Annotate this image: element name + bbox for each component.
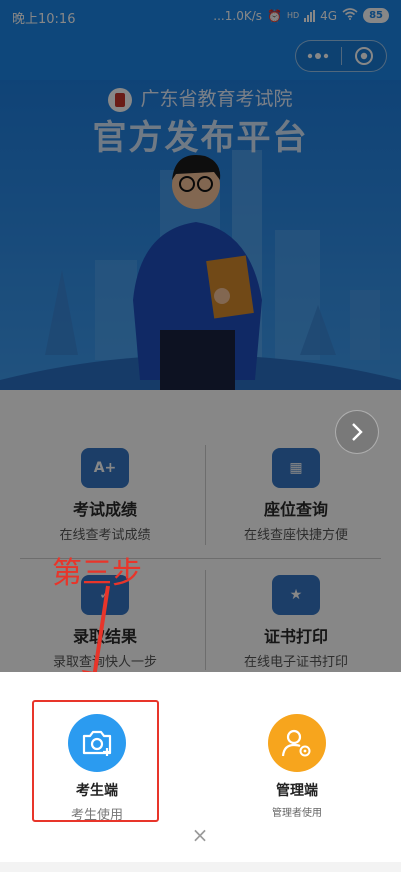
option-title: 管理端 <box>276 783 318 799</box>
bottom-bar <box>0 862 401 872</box>
chevron-right-icon[interactable] <box>335 410 379 454</box>
close-icon[interactable]: × <box>188 823 212 847</box>
annotation-highlight-box <box>32 700 159 822</box>
option-sub: 管理者使用 <box>272 808 322 819</box>
admin-option[interactable]: 管理端 管理者使用 <box>237 714 357 819</box>
admin-gear-icon <box>268 714 326 772</box>
